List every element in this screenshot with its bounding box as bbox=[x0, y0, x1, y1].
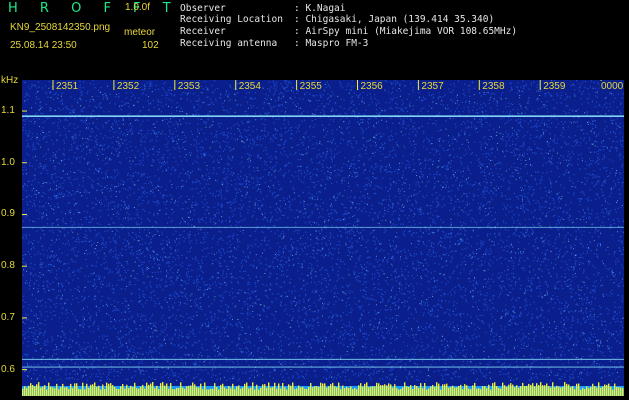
app-version: 1.0.0f bbox=[125, 2, 151, 13]
time-label: 2353 bbox=[176, 81, 202, 92]
time-label: 2351 bbox=[55, 81, 80, 92]
detection-count: 102 bbox=[142, 40, 159, 51]
info-row-receiver: Receiver : AirSpy mini (Miakejima VOR 108… bbox=[180, 27, 517, 37]
y-tick-label: 0.8 bbox=[1, 260, 15, 272]
time-label: 2352 bbox=[115, 81, 141, 92]
info-value: : K.Nagai bbox=[294, 3, 346, 14]
time-label: 2356 bbox=[359, 81, 384, 92]
info-row-location: Receiving Location : Chigasaki, Japan (13… bbox=[180, 15, 494, 25]
spectrogram[interactable] bbox=[22, 80, 624, 396]
y-tick-label: 0.9 bbox=[1, 208, 15, 220]
file-name: KN9_2508142350.png bbox=[10, 22, 111, 33]
y-axis-unit: kHz bbox=[1, 75, 19, 86]
header-panel: H R O F F T 1.0.0f KN9_2508142350.png me… bbox=[0, 0, 629, 76]
app-logo: H R O F F T bbox=[8, 1, 180, 16]
info-label: Receiving antenna bbox=[180, 38, 278, 49]
info-label: Receiving Location bbox=[180, 14, 283, 25]
info-value: : Chigasaki, Japan (139.414 35.340) bbox=[294, 14, 495, 25]
timestamp: 25.08.14 23:50 bbox=[10, 40, 77, 51]
time-label: 2354 bbox=[237, 81, 262, 92]
info-row-antenna: Receiving antenna : Maspro FM-3 bbox=[180, 39, 368, 49]
info-label: Observer bbox=[180, 3, 226, 14]
time-label: 0000 bbox=[600, 81, 625, 92]
mode-label: meteor bbox=[124, 27, 156, 38]
time-label: 2359 bbox=[542, 81, 567, 92]
y-tick-label: 1.0 bbox=[1, 156, 15, 168]
y-tick-label: 1.1 bbox=[1, 105, 15, 117]
y-tick-label: 0.6 bbox=[1, 363, 15, 375]
info-value: : AirSpy mini (Miakejima VOR 108.65MHz) bbox=[294, 26, 518, 37]
time-label: 2358 bbox=[481, 81, 506, 92]
time-label: 2357 bbox=[420, 81, 445, 92]
info-value: : Maspro FM-3 bbox=[294, 38, 369, 49]
y-tick-label: 0.7 bbox=[1, 311, 15, 323]
time-label: 2355 bbox=[298, 81, 323, 92]
info-label: Receiver bbox=[180, 26, 226, 37]
info-row-observer: Observer : K.Nagai bbox=[180, 4, 345, 14]
spectrogram-background bbox=[22, 80, 624, 396]
